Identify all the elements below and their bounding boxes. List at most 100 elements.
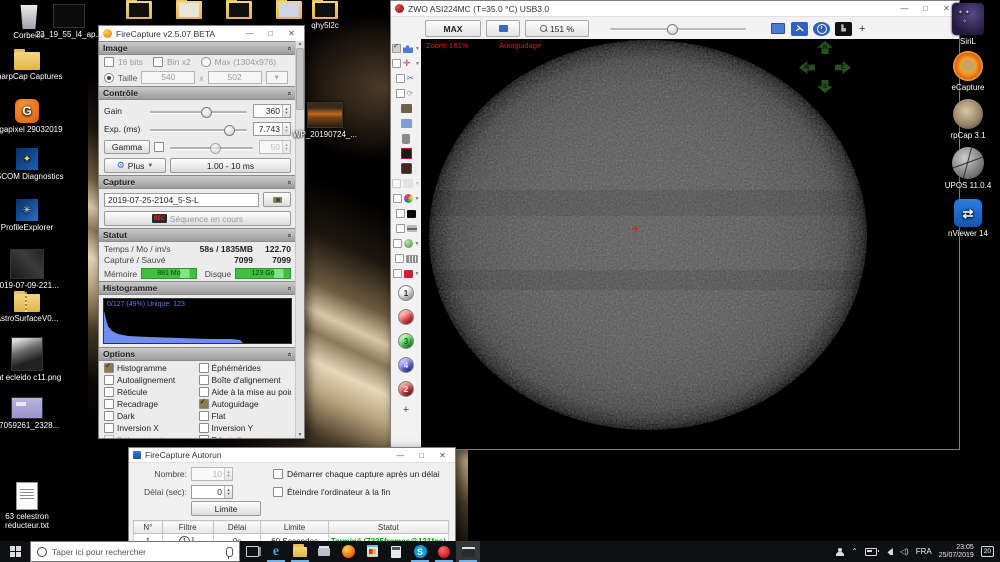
taskbar-skype-button[interactable]: S [408,541,432,562]
search-input[interactable]: Taper ici pour rechercher [30,541,240,562]
task-view-button[interactable] [240,541,264,562]
display-icon[interactable] [769,22,786,36]
autorun-titlebar[interactable]: FireCapture Autorun — □ ✕ [129,448,455,463]
filter-button-red[interactable] [398,309,414,325]
dark-frame-icon[interactable]: ▙ [835,22,852,36]
binx2-checkbox[interactable] [153,57,163,67]
gain-slider[interactable] [148,106,249,117]
section-header-controle[interactable]: Contrôle» [99,86,296,100]
desktop-icon-sat-ecleido[interactable]: sat ecleido c11.png [0,337,64,382]
flat-frame-toggle[interactable] [396,221,417,236]
taskbar-calculator-button[interactable] [384,541,408,562]
max-zoom-button[interactable]: MAX [425,20,481,37]
desktop-icon-capture-file[interactable]: 23_19_55_l4_ap... [32,4,106,39]
microphone-icon[interactable] [226,547,233,557]
gamma-slider[interactable] [168,142,255,153]
maximize-button[interactable]: □ [262,26,279,41]
firecapture-titlebar[interactable]: FireCapture v2.5.07 BETA — □ ✕ [99,26,304,42]
option-autoguidage[interactable]: Autoguidage [199,399,292,409]
planet-toggle[interactable]: ▼ [393,236,420,251]
gamma-checkbox[interactable] [154,142,164,152]
language-indicator[interactable]: FRA [916,547,932,556]
south-arrow-icon[interactable]: S [817,80,833,93]
add-tool-button[interactable]: + [859,23,865,35]
snapshot-button[interactable] [263,192,291,207]
option-derotation[interactable]: Dérotation [199,435,292,438]
option-dark[interactable]: Dark [104,411,197,421]
north-arrow-icon[interactable]: N [817,41,833,54]
taskbar-firefox-button[interactable] [336,541,360,562]
option-inversion-y[interactable]: Inversion Y [199,423,292,433]
exp-slider[interactable] [148,124,249,135]
option-ephemerides[interactable]: Éphémérides [199,363,292,373]
section-header-capture[interactable]: Capture» [99,175,296,189]
camera-preview-canvas[interactable]: Zoom: 151% Autoguidage N S W E [421,39,959,449]
gamma-spinner[interactable]: 50▲▼ [259,140,291,154]
minimize-button[interactable]: — [392,448,409,463]
tray-expand-icon[interactable]: ⌃ [851,547,858,556]
zoom-slider[interactable] [608,23,748,34]
scrollbar-thumb[interactable] [296,48,304,110]
minimize-button[interactable]: — [241,26,258,41]
scroll-down-icon[interactable]: ▼ [298,432,303,438]
desktop-icon-sharpcap[interactable]: rpCap 3.1 [938,99,998,140]
option-flat[interactable]: Flat [199,411,292,421]
option-reticule[interactable]: Réticule [104,387,197,397]
desktop-icon-67059261[interactable]: 67059261_2328... [0,397,64,430]
option-boite-alignement[interactable]: Boîte d'alignement [199,375,292,385]
16bits-checkbox[interactable] [104,57,114,67]
desktop-icon-wp-photo[interactable]: WP_20190724_... [288,102,362,139]
collapse-icon[interactable]: » [287,91,294,95]
minimize-button[interactable]: — [896,1,913,16]
desktop-icon-gigapixel[interactable]: G Gigapixel 29032019 [0,99,64,134]
option-aide-mise-au-point[interactable]: Aide à la mise au point [199,387,292,397]
exp-spinner[interactable]: 7.743▲▼ [253,122,291,136]
west-arrow-icon[interactable]: W [799,61,815,74]
cut-toggle[interactable]: ✂ [396,71,417,86]
desktop-icon-sharpcap-captures[interactable]: SharpCap Captures [0,52,64,81]
start-button[interactable] [0,541,30,562]
battery-icon[interactable] [865,548,877,556]
desktop-icon-firecapture[interactable]: eCapture [938,51,998,92]
col-header[interactable]: Limite [261,521,328,534]
desktop-icon-profileexplorer[interactable]: ✳ ProfileExplorer [0,199,64,232]
section-header-options[interactable]: Options» [99,347,296,361]
taille-radio[interactable] [104,73,114,83]
live-view-icon[interactable]: ⋋ [791,22,808,36]
filter-button-2[interactable]: 2 [398,381,414,397]
taskbar-explorer-button[interactable] [288,541,312,562]
collapse-icon[interactable]: » [287,180,294,184]
taskbar-store-button[interactable] [360,541,384,562]
wifi-icon[interactable] [884,548,893,555]
desktop-icon-celestron-txt[interactable]: 63 celestron reducteur.txt [0,482,64,530]
collapse-icon[interactable]: » [287,286,294,290]
close-button[interactable]: ✕ [434,448,451,463]
col-header[interactable]: Filtre [162,521,213,534]
record-button[interactable]: REC Séquence en cours [104,211,291,226]
limite-button[interactable]: Limite [191,501,261,516]
filename-input[interactable]: 2019-07-25-2104_5-S-L [104,193,259,207]
east-arrow-icon[interactable]: E [835,61,851,74]
guide-target-toggle[interactable]: ✛▼ [392,56,420,71]
desktop-icon-astrosurface[interactable]: AstroSurfaceV0... [0,294,64,323]
people-icon[interactable] [836,548,844,556]
nombre-spinner[interactable]: 10▲▼ [191,467,233,481]
collapse-icon[interactable]: » [287,352,294,356]
desktop-icon-jupos[interactable]: UPOS 11.0.4 [938,147,998,190]
zoom-level-button[interactable]: 151 % [525,20,589,37]
maximize-button[interactable]: □ [413,448,430,463]
debayer-toggle[interactable]: ⟳ [396,86,417,101]
col-header[interactable]: Statut [328,521,448,534]
shutdown-checkbox[interactable] [273,487,283,497]
grid-overlay-button[interactable] [401,146,412,161]
width-field[interactable]: 540 [141,71,195,84]
taskbar-console-button[interactable] [456,541,480,562]
color-toggle[interactable]: ▼ [393,191,420,206]
taskbar-printer-button[interactable] [312,541,336,562]
max-radio[interactable] [201,57,211,67]
histogram-toggle[interactable]: ▼ [392,41,420,56]
section-header-image[interactable]: Image» [99,41,296,55]
option-recadrage[interactable]: Recadrage [104,399,197,409]
collapse-icon[interactable]: » [287,46,294,50]
size-dropdown[interactable]: ▾ [266,71,288,84]
